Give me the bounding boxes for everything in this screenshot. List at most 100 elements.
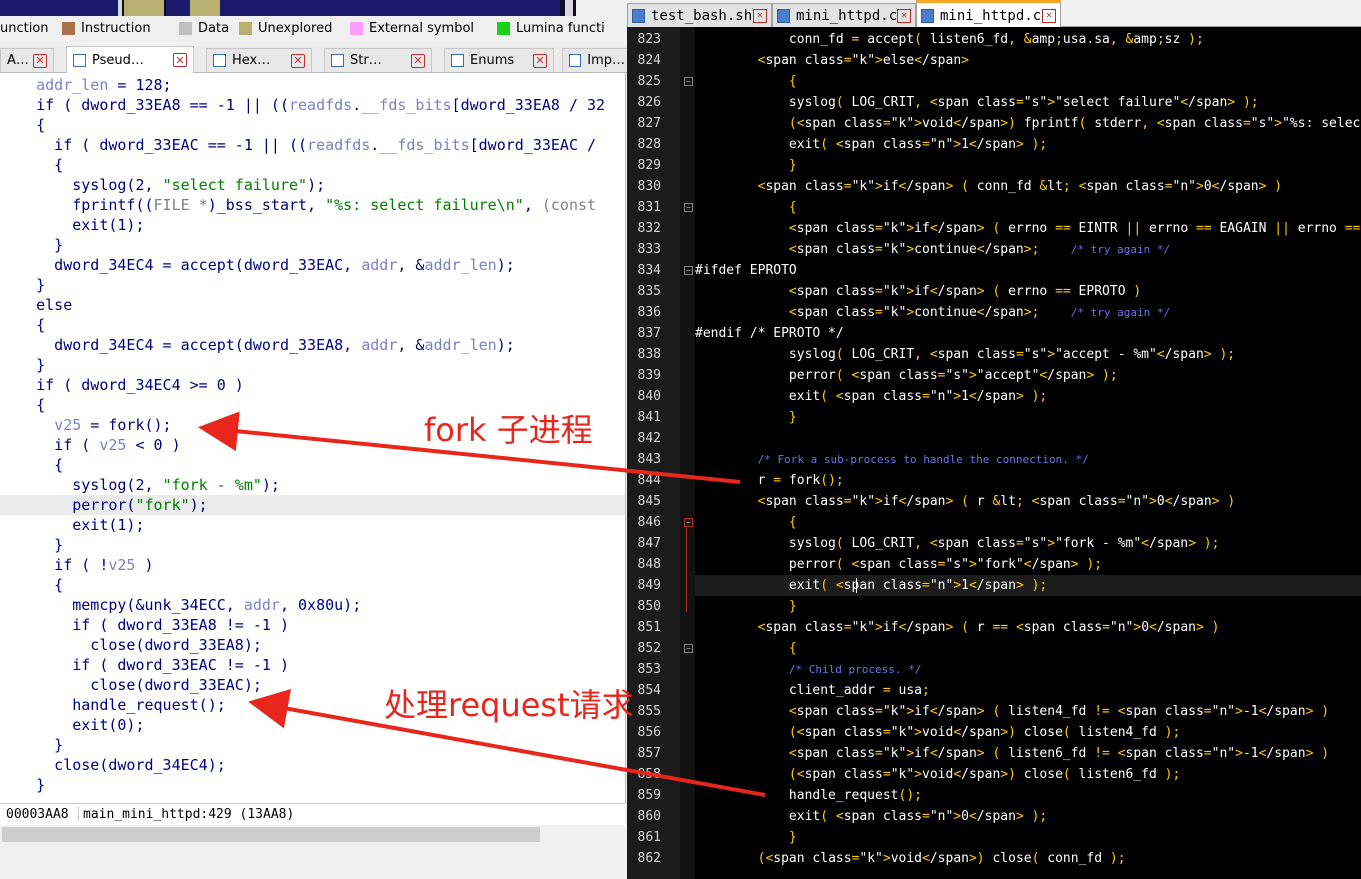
close-icon[interactable]: ✕ [897, 8, 912, 23]
close-icon[interactable]: ✕ [33, 53, 47, 68]
line-number: 836 [637, 305, 661, 320]
status-location: main_mini_httpd:429 (13AA8) [78, 807, 294, 822]
line-number: 844 [637, 473, 661, 488]
source-line: <span class="k">continue</span>; /* try … [788, 242, 1171, 257]
source-line: exit( <span class="n">1</span> ); [695, 137, 1048, 152]
legend-item: Lumina functi [497, 21, 605, 36]
source-line: (<span class="k">void</span>) close( lis… [788, 767, 1181, 782]
close-icon[interactable]: ✕ [533, 53, 547, 68]
pseudocode-line: } [0, 276, 46, 294]
fold-toggle[interactable]: − [684, 203, 693, 212]
close-icon[interactable]: ✕ [753, 8, 767, 23]
source-line: #ifdef EPROTO [695, 263, 797, 278]
tab-hex[interactable]: Hex… ✕ [206, 48, 312, 72]
line-number: 827 [637, 116, 661, 131]
tab-enums[interactable]: Enums ✕ [444, 48, 554, 72]
line-number: 839 [637, 368, 661, 383]
line-number: 859 [637, 788, 661, 803]
close-icon[interactable]: ✕ [1042, 8, 1056, 23]
source-line: (<span class="k">void</span>) close( con… [757, 851, 1126, 866]
line-number: 830 [637, 179, 661, 194]
tab-test-bash[interactable]: test_bash.sh ✕ [627, 3, 772, 27]
line-number: 846 [637, 515, 661, 530]
source-line: <span class="k">if</span> ( listen4_fd !… [788, 704, 1330, 719]
source-line: } [788, 599, 797, 614]
line-number: 829 [637, 158, 661, 173]
source-line [695, 428, 1361, 449]
source-line: /* Fork a sub-process to handle the conn… [757, 453, 1089, 466]
line-number: 858 [637, 767, 661, 782]
close-icon[interactable]: ✕ [411, 53, 425, 68]
source-line: <span class="k">else</span> [757, 53, 969, 68]
scrollbar-thumb[interactable] [2, 827, 540, 842]
line-number: 826 [637, 95, 661, 110]
line-number: 848 [637, 557, 661, 572]
fold-toggle[interactable]: − [684, 266, 693, 275]
horizontal-scrollbar[interactable] [0, 825, 625, 845]
pseudocode-line: fprintf((FILE *)_bss_start, "%s: select … [0, 196, 597, 214]
pseudocode-icon [73, 53, 86, 67]
navigation-band[interactable] [0, 0, 627, 16]
tab-a[interactable]: A… ✕ [0, 48, 54, 72]
tab-strings[interactable]: Str… ✕ [324, 48, 432, 72]
tab-mini-httpd-2[interactable]: mini_httpd.c ✕ [916, 0, 1061, 28]
source-line: #endif /* EPROTO */ [695, 326, 844, 341]
fork-annotation: fork 子进程 [424, 411, 593, 449]
source-line: exit( <span class="n">1</span> ); [695, 575, 1361, 596]
source-line: client_addr = usa; [695, 683, 930, 698]
source-line: } [788, 158, 797, 173]
bottom-panel [0, 848, 625, 879]
strings-icon [331, 54, 344, 67]
notepadpp-window: test_bash.sh ✕ mini_httpd.c ✕ mini_httpd.c… [627, 0, 1361, 879]
source-line: exit( <span class="n">0</span> ); [695, 809, 1048, 824]
line-number: 857 [637, 746, 661, 761]
line-number: 825 [637, 74, 661, 89]
tab-pseudocode[interactable]: Pseud… ✕ [66, 46, 194, 73]
editor-tab-bar: test_bash.sh ✕ mini_httpd.c ✕ mini_httpd.c… [627, 0, 1361, 28]
tab-mini-httpd-1[interactable]: mini_httpd.c ✕ [772, 3, 916, 27]
pseudocode-line: close(dword_33EA8); [0, 636, 262, 654]
source-line: { [788, 515, 797, 530]
pseudocode-line: dword_34EC4 = accept(dword_33EA8, addr, … [0, 336, 515, 354]
pseudocode-line: else [0, 296, 73, 314]
source-line: handle_request(); [695, 788, 922, 803]
pseudocode-line: perror("fork"); [0, 495, 625, 515]
ida-tab-bar: A… ✕ Pseud… ✕ Hex… ✕ Str… ✕ Enums ✕ Imp… [0, 46, 627, 73]
pseudocode-line: if ( !v25 ) [0, 556, 154, 574]
line-number: 823 [637, 32, 661, 47]
fold-toggle[interactable]: − [684, 518, 693, 527]
fold-toggle[interactable]: − [684, 77, 693, 86]
legend-item: Data [179, 21, 229, 36]
line-number: 841 [637, 410, 661, 425]
source-line: /* Child process. */ [788, 663, 922, 676]
source-line: <span class="k">if</span> ( errno == EPR… [788, 284, 1142, 299]
line-number: 861 [637, 830, 661, 845]
line-number: 853 [637, 662, 661, 677]
pseudocode-line: { [0, 116, 46, 134]
source-line: syslog( LOG_CRIT, <span class="s">"fork … [695, 536, 1220, 551]
source-line: <span class="k">if</span> ( r == <span c… [757, 620, 1220, 635]
close-icon[interactable]: ✕ [291, 53, 305, 68]
legend-item: Instruction [62, 21, 151, 36]
line-number: 862 [637, 851, 661, 866]
line-number: 835 [637, 284, 661, 299]
file-icon [632, 8, 645, 23]
fold-range-line [686, 528, 687, 612]
pseudocode-line: if ( dword_34EC4 >= 0 ) [0, 376, 244, 394]
line-number: 838 [637, 347, 661, 362]
source-line: { [788, 74, 797, 89]
source-line: (<span class="k">void</span>) fprintf( s… [788, 116, 1361, 131]
source-line: } [788, 830, 797, 845]
source-line: syslog( LOG_CRIT, <span class="s">"accep… [695, 347, 1236, 362]
line-number: 832 [637, 221, 661, 236]
source-line: exit( <span class="n">1</span> ); [695, 389, 1048, 404]
pseudocode-line: } [0, 776, 46, 794]
code-editor[interactable]: 823 824 825 826 827 828 829 830 831 832 833 834 835 8… [627, 27, 1361, 879]
pseudocode-line: } [0, 536, 64, 554]
tab-imports[interactable]: Imp… [562, 48, 627, 72]
line-number: 833 [637, 242, 661, 257]
fold-toggle[interactable]: − [684, 644, 693, 653]
request-annotation: 处理request请求 [384, 686, 634, 724]
close-icon[interactable]: ✕ [173, 53, 187, 67]
line-number: 842 [637, 431, 661, 446]
